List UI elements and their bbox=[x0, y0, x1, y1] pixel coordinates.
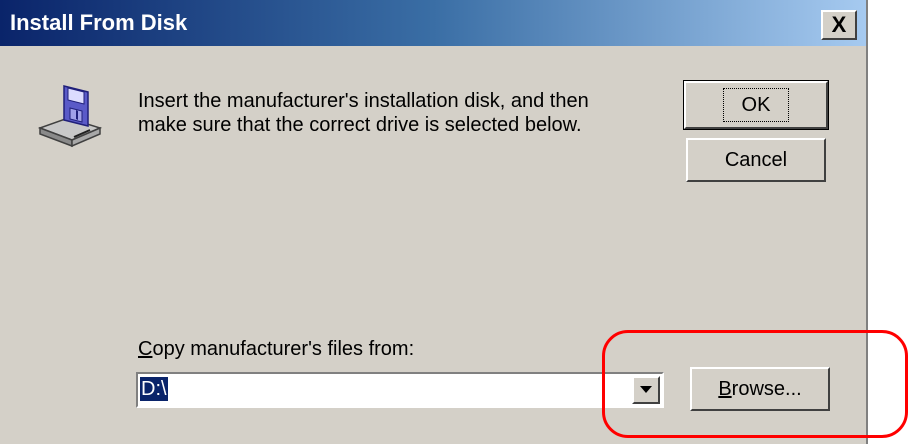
instruction-text: Insert the manufacturer's installation d… bbox=[138, 89, 658, 137]
instruction-line-2: make sure that the correct drive is sele… bbox=[138, 114, 582, 136]
browse-button[interactable]: Browse... bbox=[690, 367, 830, 411]
close-button[interactable]: X bbox=[821, 10, 857, 40]
chevron-down-icon bbox=[640, 386, 652, 393]
ok-button[interactable]: OK bbox=[683, 80, 829, 130]
cancel-button-label: Cancel bbox=[724, 149, 788, 171]
ok-button-label: OK bbox=[722, 88, 790, 122]
copy-from-combobox[interactable]: D:\ bbox=[136, 372, 664, 408]
copy-from-label-accelerator: C bbox=[138, 338, 153, 360]
browse-button-label: Browse... bbox=[718, 379, 801, 399]
title-bar[interactable]: Install From Disk X bbox=[0, 0, 866, 46]
browse-label-rest: rowse... bbox=[731, 378, 802, 400]
dropdown-button[interactable] bbox=[632, 376, 660, 404]
dialog-title: Install From Disk bbox=[10, 10, 188, 35]
copy-from-input[interactable]: D:\ bbox=[140, 377, 168, 401]
close-icon: X bbox=[831, 12, 847, 37]
instruction-line-1: Insert the manufacturer's installation d… bbox=[138, 90, 589, 112]
cancel-button[interactable]: Cancel bbox=[686, 138, 826, 182]
browse-accelerator: B bbox=[718, 378, 732, 400]
install-from-disk-dialog: Install From Disk X Insert the manufactu… bbox=[0, 0, 868, 444]
copy-from-label: Copy manufacturer's files from: bbox=[138, 337, 414, 361]
floppy-disk-drive-icon bbox=[37, 85, 103, 148]
copy-from-label-text: opy manufacturer's files from: bbox=[152, 338, 415, 360]
